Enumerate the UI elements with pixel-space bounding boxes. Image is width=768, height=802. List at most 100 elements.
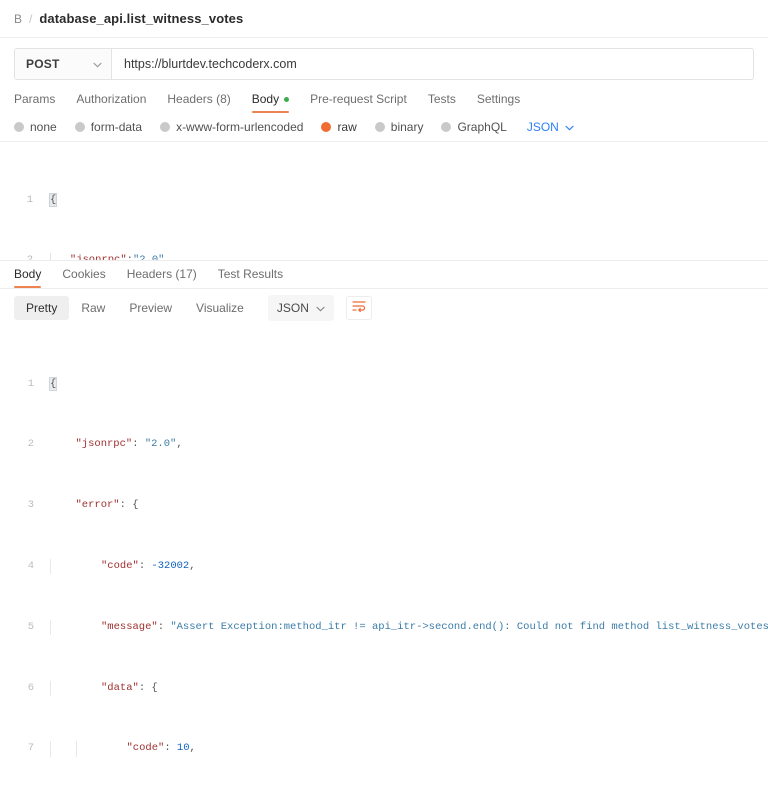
response-line-text: "code": 10,	[44, 741, 768, 757]
tab-params[interactable]: Params	[14, 92, 55, 113]
line-number: 2	[26, 254, 33, 261]
radio-raw-icon	[321, 122, 332, 132]
http-method-label: POST	[26, 57, 60, 71]
breadcrumb: B / database_api.list_witness_votes	[0, 0, 768, 38]
response-tab-body[interactable]: Body	[14, 267, 42, 288]
response-format-label: JSON	[276, 301, 309, 315]
chevron-down-icon	[316, 299, 325, 317]
view-mode-raw-label: Raw	[81, 301, 106, 315]
response-tab-test-results[interactable]: Test Results	[218, 267, 283, 288]
body-type-urlencoded-label: x-www-form-urlencoded	[176, 120, 304, 134]
view-mode-pretty[interactable]: Pretty	[14, 296, 70, 320]
code-line-text: "jsonrpc":"2.0",	[42, 253, 768, 260]
tab-authorization-label: Authorization	[76, 92, 147, 106]
tab-body-label: Body	[251, 92, 280, 106]
body-type-graphql[interactable]: GraphQL	[441, 120, 507, 134]
response-line: 6 "data": {	[0, 680, 768, 696]
body-active-dot-icon	[284, 96, 290, 102]
response-line: 7 "code": 10,	[0, 741, 768, 757]
response-tab-headers-label: Headers (17)	[126, 267, 197, 281]
chevron-down-icon	[565, 118, 574, 136]
request-body-code: 1 { 2 "jsonrpc":"2.0", 3 "method":"datab…	[0, 148, 768, 261]
body-type-selector: none form-data x-www-form-urlencoded raw…	[0, 113, 768, 142]
line-number: 4	[27, 560, 34, 572]
tab-settings[interactable]: Settings	[477, 92, 520, 113]
view-mode-visualize-label: Visualize	[196, 301, 244, 315]
body-type-binary-label: binary	[390, 120, 424, 134]
response-line-text: "code": -32002,	[44, 559, 768, 575]
body-type-urlencoded[interactable]: x-www-form-urlencoded	[160, 120, 303, 134]
tab-tests-label: Tests	[427, 92, 456, 106]
line-number: 5	[27, 620, 34, 633]
response-body-viewer[interactable]: 1 { 2 "jsonrpc": "2.0", 3 "error": { 4 "…	[0, 327, 768, 802]
view-mode-raw[interactable]: Raw	[69, 296, 117, 320]
body-type-none[interactable]: none	[14, 120, 57, 134]
request-body-editor[interactable]: 1 { 2 "jsonrpc":"2.0", 3 "method":"datab…	[0, 142, 768, 261]
response-format-select[interactable]: JSON	[267, 295, 334, 321]
tab-authorization[interactable]: Authorization	[76, 92, 146, 113]
tab-headers-label: Headers (8)	[167, 92, 231, 106]
body-type-form-data[interactable]: form-data	[74, 120, 143, 134]
line-number: 7	[27, 742, 34, 755]
response-view-modes: Pretty Raw Preview Visualize	[14, 296, 256, 320]
response-tab-body-label: Body	[14, 267, 42, 281]
view-mode-preview-label: Preview	[129, 301, 173, 315]
tab-headers[interactable]: Headers (8)	[167, 92, 230, 113]
response-tab-cookies[interactable]: Cookies	[62, 267, 105, 288]
code-line: 1 {	[0, 193, 768, 208]
response-line-text: "jsonrpc": "2.0",	[75, 438, 183, 451]
response-line: 2 "jsonrpc": "2.0",	[0, 437, 768, 452]
breadcrumb-collection[interactable]: B	[14, 12, 22, 26]
request-url-bar: POST https://blurtdev.techcoderx.com	[14, 48, 754, 80]
body-type-graphql-label: GraphQL	[457, 120, 507, 134]
request-tabs: Params Authorization Headers (8) Body Pr…	[0, 86, 768, 113]
response-tab-test-results-label: Test Results	[217, 267, 284, 281]
tab-params-label: Params	[14, 92, 56, 106]
body-type-none-label: none	[30, 120, 57, 134]
body-type-form-data-label: form-data	[90, 120, 143, 134]
body-format-label: JSON	[526, 120, 559, 134]
code-line: 2 "jsonrpc":"2.0",	[0, 253, 768, 261]
response-line-text: "message": "Assert Exception:method_itr …	[44, 619, 768, 635]
http-method-select[interactable]: POST	[15, 49, 112, 79]
view-mode-visualize[interactable]: Visualize	[184, 296, 256, 320]
tab-pre-request-script[interactable]: Pre-request Script	[310, 92, 407, 113]
response-line-text: {	[48, 376, 58, 391]
line-number: 3	[27, 499, 34, 512]
radio-none-icon	[14, 122, 24, 132]
response-line: 3 "error": {	[0, 498, 768, 513]
code-line-text: {	[48, 193, 58, 207]
postman-request-window: B / database_api.list_witness_votes POST…	[0, 0, 768, 802]
response-line-text: "error": {	[75, 499, 139, 512]
request-url-bar-container: POST https://blurtdev.techcoderx.com	[0, 38, 768, 86]
page-title[interactable]: database_api.list_witness_votes	[39, 11, 243, 26]
radio-urlencoded-icon	[160, 122, 171, 132]
response-line: 4 "code": -32002,	[0, 559, 768, 575]
body-format-select[interactable]: JSON	[527, 118, 574, 136]
response-toolbar: Pretty Raw Preview Visualize JSON	[0, 289, 768, 327]
response-tabs: Body Cookies Headers (17) Test Results	[0, 261, 768, 289]
radio-binary-icon	[374, 122, 385, 132]
response-tab-headers[interactable]: Headers (17)	[127, 267, 197, 288]
radio-graphql-icon	[441, 122, 452, 132]
line-number: 1	[26, 194, 33, 206]
response-body-code: 1 { 2 "jsonrpc": "2.0", 3 "error": { 4 "…	[0, 331, 768, 802]
tab-pre-request-script-label: Pre-request Script	[310, 92, 407, 106]
response-tab-cookies-label: Cookies	[62, 267, 106, 281]
breadcrumb-separator: /	[29, 11, 33, 26]
view-mode-preview[interactable]: Preview	[117, 296, 184, 320]
tab-settings-label: Settings	[476, 92, 521, 106]
url-input[interactable]: https://blurtdev.techcoderx.com	[112, 49, 753, 79]
line-number: 6	[27, 681, 34, 694]
chevron-down-icon	[93, 55, 102, 73]
body-type-raw-label: raw	[337, 120, 357, 134]
response-line-text: "data": {	[44, 680, 768, 696]
tab-tests[interactable]: Tests	[428, 92, 456, 113]
word-wrap-button[interactable]	[345, 296, 372, 320]
radio-form-data-icon	[74, 122, 85, 132]
tab-body[interactable]: Body	[251, 92, 290, 113]
view-mode-pretty-label: Pretty	[26, 301, 58, 315]
body-type-raw[interactable]: raw	[321, 120, 357, 134]
line-number: 2	[27, 438, 34, 451]
body-type-binary[interactable]: binary	[374, 120, 424, 134]
